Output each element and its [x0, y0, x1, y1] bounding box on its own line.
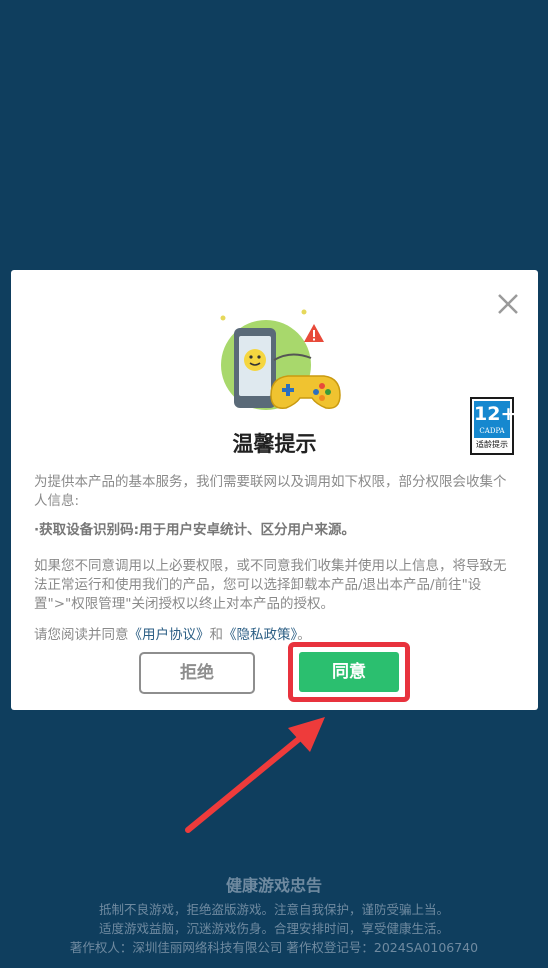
permission-disclaimer: 如果您不同意调用以上必要权限，或不同意我们收集并使用以上信息，将导致无法正常运行… [34, 558, 507, 612]
close-icon[interactable] [492, 288, 524, 320]
reject-button[interactable]: 拒绝 [139, 652, 255, 694]
agree-button[interactable]: 同意 [299, 652, 399, 692]
user-agreement-link[interactable]: 《用户协议》 [129, 627, 210, 643]
privacy-policy-link[interactable]: 《隐私政策》 [223, 627, 297, 643]
age-rating: 12+ [474, 403, 517, 425]
health-advisory-line-1: 抵制不良游戏，拒绝盗版游戏。注意自我保护，谨防受骗上当。 [98, 902, 449, 917]
dialog-title: 温馨提示 [232, 432, 317, 456]
privacy-dialog: 12+ CADPA 适龄提示 温馨提示 为提供本产品的基本服务，我们需要联网以及… [11, 270, 538, 710]
health-advisory-title: 健康游戏忠告 [225, 876, 322, 895]
permission-item: ·获取设备识别码:用于用户安卓统计、区分用户来源。 [34, 522, 356, 538]
agreement-and: 和 [209, 627, 224, 643]
agreement-prefix: 请您阅读并同意 [34, 627, 129, 643]
agree-button-highlight: 同意 [288, 642, 410, 702]
agreement-line: 请您阅读并同意《用户协议》和《隐私政策》。 [34, 623, 311, 643]
health-advisory: 健康游戏忠告 抵制不良游戏，拒绝盗版游戏。注意自我保护，谨防受骗上当。 适度游戏… [0, 872, 548, 957]
agreement-suffix: 。 [297, 627, 311, 643]
health-advisory-line-2: 适度游戏益脑，沉迷游戏伤身。合理安排时间，享受健康生活。 [98, 921, 449, 936]
copyright-line: 著作权人：深圳佳丽网络科技有限公司 著作权登记号：2024SA0106740 [69, 940, 479, 955]
phone-gamepad-illustration [220, 309, 341, 410]
permission-intro: 为提供本产品的基本服务，我们需要联网以及调用如下权限，部分权限会收集个人信息: [34, 474, 507, 509]
pointer-arrow-icon [185, 717, 325, 833]
